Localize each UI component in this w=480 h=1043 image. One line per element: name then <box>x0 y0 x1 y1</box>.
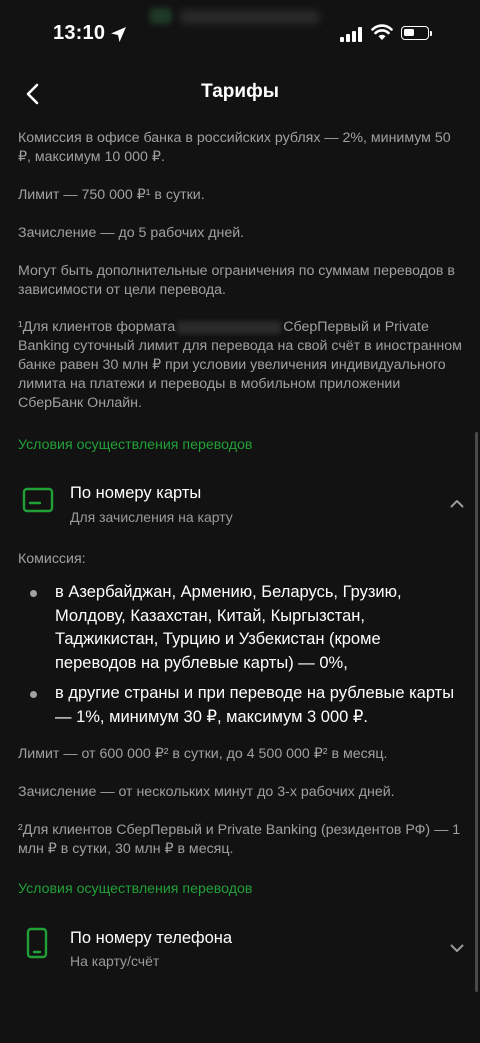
commission-label: Комиссия: <box>18 551 86 567</box>
office-commission-text: Комиссия в офисе банка в российских рубл… <box>18 130 451 165</box>
phone-icon <box>26 927 48 959</box>
battery-icon <box>401 26 432 40</box>
status-time: 13:10 <box>53 22 106 44</box>
footnote-1-rest: Banking суточный лимит для перевода на с… <box>18 338 462 411</box>
page-title: Тарифы <box>201 81 279 102</box>
scrollbar[interactable] <box>475 432 478 992</box>
bullet-text-1: в Азербайджан, Армению, Беларусь, Грузию… <box>55 583 402 672</box>
footnote-1-line1-rest: СберПервый и Private <box>283 319 429 335</box>
bullet-dot <box>30 691 37 698</box>
restrictions-text: Могут быть дополнительные ограничения по… <box>18 263 455 298</box>
status-bar: 13:10 <box>0 0 480 70</box>
navigation-bar: Тарифы <box>0 70 480 114</box>
method-title-card: По номеру карты <box>70 484 202 502</box>
blurred-notification <box>150 4 330 32</box>
card-icon <box>22 487 54 513</box>
blurred-text <box>177 320 282 334</box>
signal-icon <box>340 27 362 42</box>
section-title-card: Условия осуществления переводов <box>18 437 253 453</box>
method-subtitle-card: Для зачисления на карту <box>70 509 233 525</box>
transfer-by-phone-row[interactable]: По номеру телефона На карту/счёт <box>0 919 480 981</box>
card-limit-text: Лимит — от 600 000 ₽² в сутки, до 4 500 … <box>18 746 388 762</box>
card-crediting-text: Зачисление — от нескольких минут до 3-х … <box>18 784 395 800</box>
footnote-1: ¹Для клиентов формата СберПервый и Privat… <box>18 318 464 413</box>
location-arrow-icon <box>111 27 126 42</box>
section-title-phone: Условия осуществления переводов <box>18 881 253 897</box>
method-subtitle-phone: На карту/счёт <box>70 953 160 969</box>
bullet-dot <box>30 590 37 597</box>
limit-text: Лимит — 750 000 ₽¹ в сутки. <box>18 187 205 203</box>
footnote-1-start: ¹Для клиентов формата <box>18 319 176 335</box>
bullet-text-2: в другие страны и при переводе на рублев… <box>55 684 455 726</box>
wifi-icon <box>371 24 393 40</box>
method-title-phone: По номеру телефона <box>70 929 233 947</box>
transfer-by-card-row[interactable]: По номеру карты Для зачисления на карту <box>0 474 480 536</box>
crediting-text: Зачисление — до 5 рабочих дней. <box>18 225 245 241</box>
footnote-2: ²Для клиентов СберПервый и Private Banki… <box>18 822 461 857</box>
chevron-up-icon <box>450 500 464 508</box>
chevron-down-icon <box>450 944 464 952</box>
